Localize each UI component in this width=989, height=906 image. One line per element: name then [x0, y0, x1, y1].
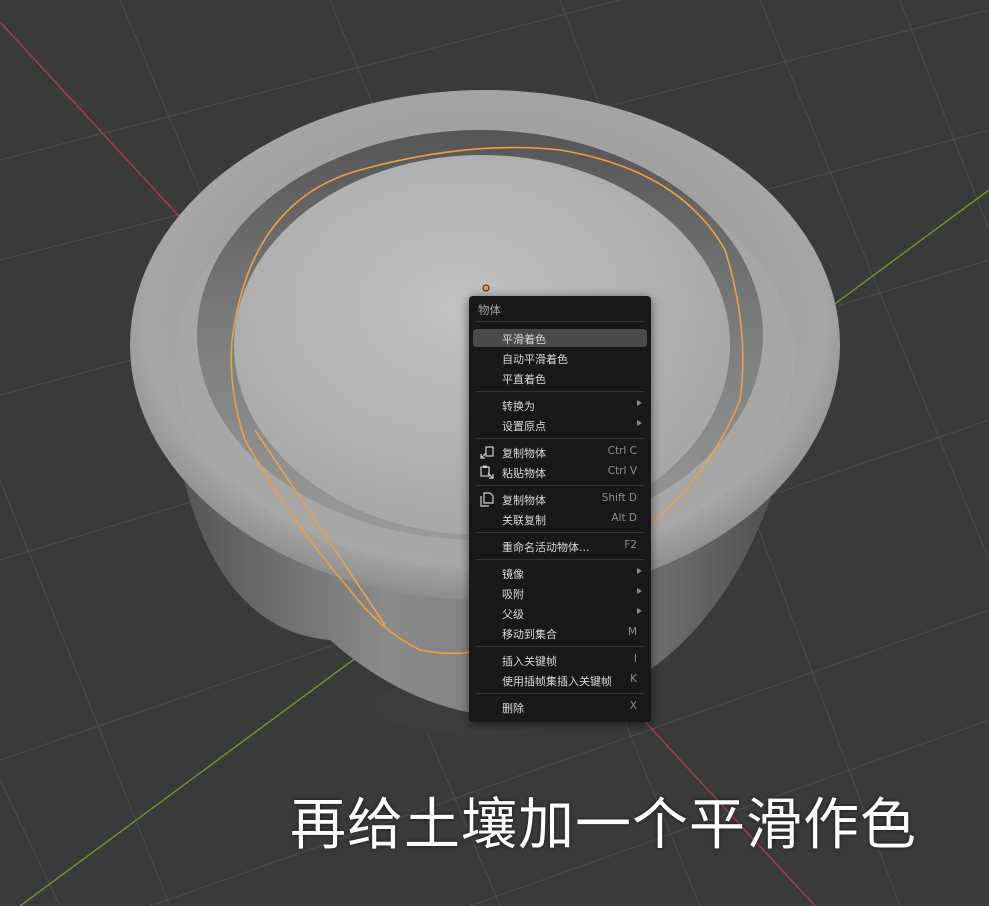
menu-item-mirror[interactable]: 镜像 [473, 564, 647, 582]
submenu-arrow-icon [637, 400, 642, 406]
menu-item-label: 插入关键帧 [502, 655, 557, 668]
menu-separator [475, 646, 645, 647]
menu-item-shade-flat[interactable]: 平直着色 [473, 369, 647, 387]
menu-item-label: 父级 [502, 608, 524, 621]
menu-item-shortcut: M [627, 626, 637, 638]
object-context-menu: 物体 平滑着色 自动平滑着色 平直着色 转换为 设置原点 复制物体 Ctrl C… [469, 296, 651, 722]
tutorial-caption: 再给土壤加一个平滑作色 [290, 793, 917, 858]
menu-item-delete[interactable]: 删除 X [473, 698, 647, 716]
menu-item-label: 粘贴物体 [502, 467, 546, 480]
menu-item-shortcut: Ctrl V [607, 465, 637, 477]
menu-item-label: 复制物体 [502, 447, 546, 460]
submenu-arrow-icon [637, 588, 642, 594]
menu-item-label: 镜像 [502, 568, 524, 581]
duplicate-icon [480, 492, 494, 507]
menu-item-label: 吸附 [502, 588, 524, 601]
menu-item-shortcut: F2 [624, 539, 637, 551]
menu-item-move-to-collection[interactable]: 移动到集合 M [473, 624, 647, 642]
menu-item-shortcut: Ctrl C [607, 445, 637, 457]
menu-item-rename-active[interactable]: 重命名活动物体... F2 [473, 537, 647, 555]
menu-title: 物体 [478, 303, 501, 317]
menu-item-shortcut: X [629, 700, 637, 712]
menu-separator [475, 321, 645, 322]
submenu-arrow-icon [637, 420, 642, 426]
menu-item-insert-keyframe[interactable]: 插入关键帧 I [473, 651, 647, 669]
menu-item-label: 设置原点 [502, 420, 546, 433]
menu-item-duplicate-objects[interactable]: 复制物体 Shift D [473, 490, 647, 508]
menu-item-label: 平滑着色 [502, 333, 546, 346]
menu-item-label: 使用插帧集插入关键帧 [502, 675, 612, 688]
menu-item-parent[interactable]: 父级 [473, 604, 647, 622]
menu-item-label: 自动平滑着色 [502, 353, 568, 366]
menu-item-paste-objects[interactable]: 粘贴物体 Ctrl V [473, 463, 647, 481]
menu-item-shortcut: Shift D [601, 492, 637, 504]
menu-item-shortcut: Alt D [611, 512, 637, 524]
menu-item-shade-smooth[interactable]: 平滑着色 [473, 329, 647, 347]
menu-separator [475, 485, 645, 486]
menu-separator [475, 693, 645, 694]
menu-item-shade-auto-smooth[interactable]: 自动平滑着色 [473, 349, 647, 367]
copy-icon [480, 446, 494, 459]
menu-item-label: 关联复制 [502, 514, 546, 527]
menu-item-label: 平直着色 [502, 373, 546, 386]
menu-item-duplicate-linked[interactable]: 关联复制 Alt D [473, 510, 647, 528]
menu-item-label: 移动到集合 [502, 628, 557, 641]
menu-separator [475, 391, 645, 392]
menu-separator [475, 559, 645, 560]
menu-item-set-origin[interactable]: 设置原点 [473, 416, 647, 434]
submenu-arrow-icon [637, 608, 642, 614]
menu-item-shortcut: K [630, 673, 637, 685]
menu-separator [475, 532, 645, 533]
menu-separator [475, 438, 645, 439]
menu-item-convert-to[interactable]: 转换为 [473, 396, 647, 414]
menu-item-label: 重命名活动物体... [502, 541, 590, 554]
menu-item-snap[interactable]: 吸附 [473, 584, 647, 602]
submenu-arrow-icon [637, 568, 642, 574]
menu-item-copy-objects[interactable]: 复制物体 Ctrl C [473, 443, 647, 461]
menu-item-insert-keyframe-with-keying-set[interactable]: 使用插帧集插入关键帧 K [473, 671, 647, 689]
menu-item-label: 删除 [502, 702, 524, 715]
menu-item-shortcut: I [633, 653, 637, 665]
menu-item-label: 复制物体 [502, 494, 546, 507]
paste-icon [480, 465, 494, 479]
object-origin-point [482, 284, 490, 292]
menu-item-label: 转换为 [502, 400, 535, 413]
